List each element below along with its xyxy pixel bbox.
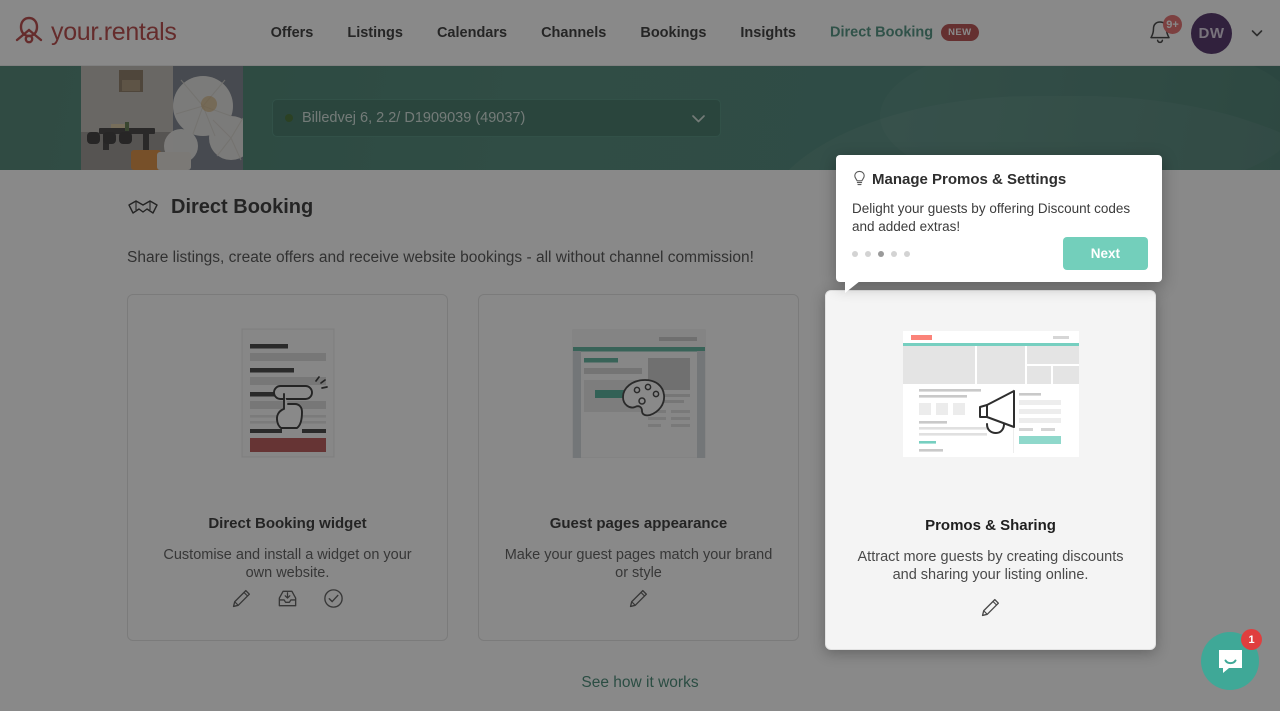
tour-footer: Next — [852, 237, 1148, 270]
notifications-button[interactable]: 9+ — [1147, 15, 1182, 48]
page-title: Direct Booking — [171, 196, 314, 218]
card-description: Customise and install a widget on your o… — [163, 547, 412, 582]
card-title: Guest pages appearance — [549, 515, 728, 532]
nav-item-bookings[interactable]: Bookings — [640, 25, 706, 41]
page-subtitle: Share listings, create offers and receiv… — [127, 249, 754, 266]
card-promos-and-sharing[interactable]: Promos & Sharing Attract more guests by … — [825, 290, 1156, 650]
property-selector-value: Billedvej 6, 2.2/ D1909039 (49037) — [302, 110, 526, 126]
tour-step-dot-2[interactable] — [865, 250, 871, 257]
property-photo — [81, 66, 243, 170]
brand-logo-link[interactable]: your.rentals — [14, 16, 177, 50]
tour-step-dot-5[interactable] — [904, 250, 910, 257]
chevron-down-icon[interactable] — [1250, 26, 1264, 40]
card-direct-booking-widget[interactable]: Direct Booking widget Customise and inst… — [127, 294, 448, 641]
chat-unread-badge: 1 — [1241, 629, 1262, 650]
handshake-icon — [128, 199, 158, 214]
tour-step-dot-4[interactable] — [891, 250, 897, 257]
card-actions — [979, 596, 1002, 619]
card-description: Make your guest pages match your brand o… — [504, 547, 773, 582]
widget-form-illustration — [241, 328, 334, 458]
brand-name: your.rentals — [51, 18, 177, 46]
app-root: your.rentals Offers Listings Calendars C… — [0, 0, 1280, 711]
main-nav-links: Offers Listings Calendars Channels Booki… — [271, 24, 979, 41]
tour-step-dots — [852, 250, 910, 257]
nav-item-direct-booking-label: Direct Booking — [830, 24, 934, 41]
megaphone-page-illustration — [902, 331, 1079, 457]
card-guest-pages-appearance[interactable]: Guest pages appearance Make your guest p… — [478, 294, 799, 641]
property-status-dot — [285, 114, 293, 122]
nav-item-channels[interactable]: Channels — [541, 25, 606, 41]
tour-step-dot-3[interactable] — [878, 250, 884, 257]
nav-item-calendars[interactable]: Calendars — [437, 25, 507, 41]
card-title: Direct Booking widget — [208, 515, 367, 532]
card-actions — [230, 587, 345, 610]
nav-right-cluster: 9+ DW — [1147, 0, 1264, 66]
product-tour-popover: Manage Promos & Settings Delight your gu… — [836, 155, 1162, 293]
chat-launcher-button[interactable]: 1 — [1201, 629, 1262, 690]
notification-count-badge: 9+ — [1163, 15, 1182, 34]
check-circle-icon[interactable] — [322, 587, 345, 610]
card-actions — [627, 587, 650, 610]
nav-item-direct-booking[interactable]: Direct Booking NEW — [830, 24, 979, 41]
tour-title: Manage Promos & Settings — [872, 170, 1067, 188]
tour-header: Manage Promos & Settings — [852, 170, 1146, 188]
nav-item-offers[interactable]: Offers — [271, 25, 314, 41]
card-title: Promos & Sharing — [925, 517, 1056, 534]
tour-next-button[interactable]: Next — [1062, 237, 1148, 270]
chat-bubble-icon — [1218, 650, 1242, 673]
user-avatar[interactable]: DW — [1191, 12, 1232, 54]
pencil-icon[interactable] — [979, 596, 1002, 619]
page-header: Direct Booking — [127, 196, 313, 219]
tour-step-dot-1[interactable] — [852, 250, 858, 257]
card-description: Attract more guests by creating discount… — [857, 549, 1124, 584]
chevron-down-icon — [692, 114, 705, 122]
see-how-it-works-link[interactable]: See how it works — [0, 674, 1280, 692]
property-selector[interactable]: Billedvej 6, 2.2/ D1909039 (49037) — [272, 99, 721, 137]
top-navigation-bar: your.rentals Offers Listings Calendars C… — [0, 0, 1280, 66]
pencil-icon[interactable] — [627, 587, 650, 610]
lightbulb-icon — [854, 170, 865, 186]
pencil-icon[interactable] — [230, 587, 253, 610]
palette-page-illustration — [572, 329, 705, 458]
yourrentals-logo-icon — [15, 16, 43, 43]
nav-item-insights[interactable]: Insights — [740, 25, 796, 41]
new-badge: NEW — [941, 24, 979, 41]
nav-item-listings[interactable]: Listings — [347, 25, 403, 41]
tour-body-text: Delight your guests by offering Discount… — [852, 201, 1131, 235]
install-inbox-icon[interactable] — [276, 587, 299, 610]
